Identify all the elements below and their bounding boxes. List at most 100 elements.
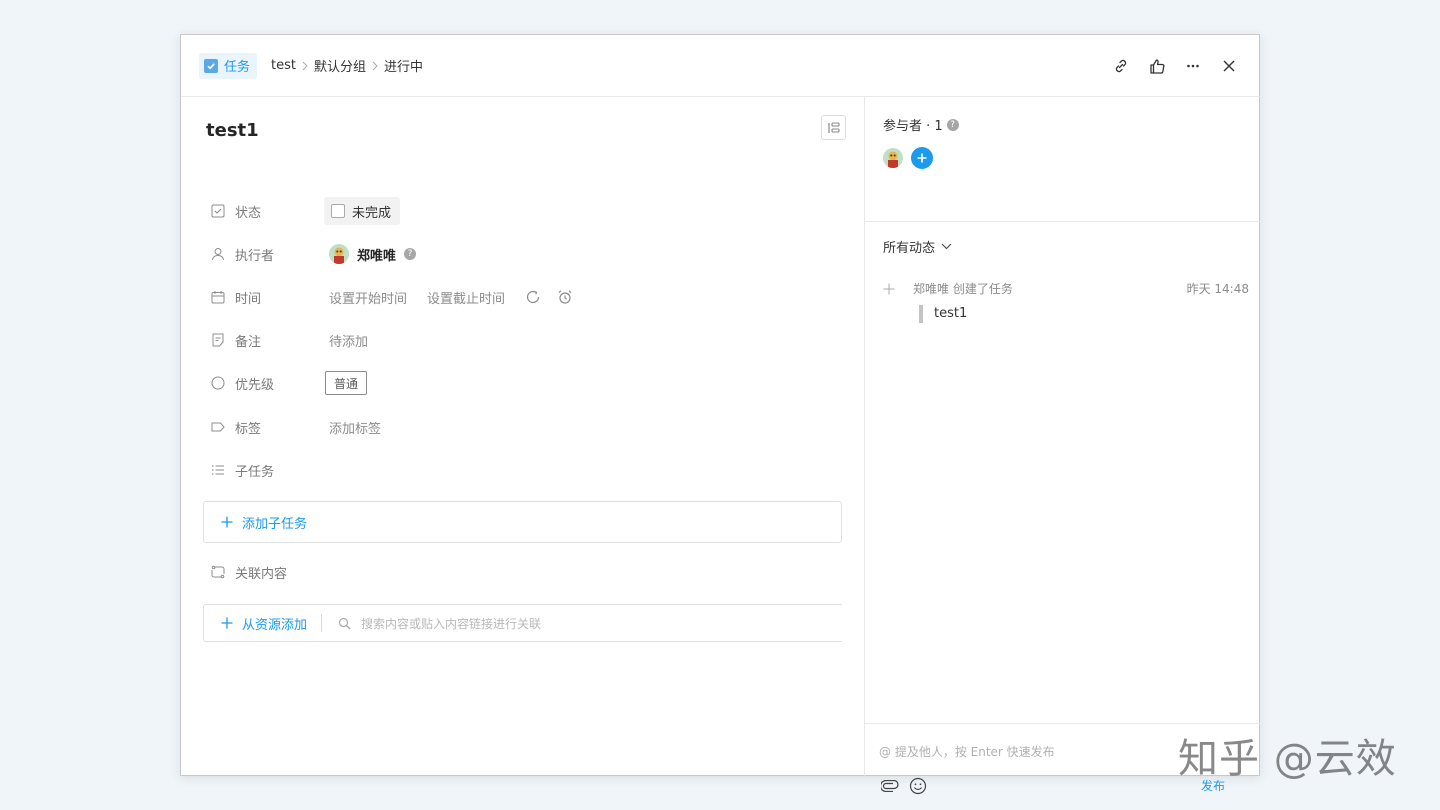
participants-header: 参与者 · 1 ? <box>883 115 959 134</box>
activity-quote: test1 <box>919 305 1233 323</box>
more-icon <box>1187 64 1199 68</box>
list-icon <box>211 463 225 477</box>
tags-label: 标签 <box>235 421 262 437</box>
task-main-panel: test1 状态 未完成 执行者 郑唯唯 ? 时间 设置开始时间 设置截止时间 … <box>181 97 864 777</box>
related-label: 关联内容 <box>235 566 288 582</box>
attachment-icon[interactable] <box>881 780 899 792</box>
layout-toggle-button[interactable] <box>821 115 846 140</box>
repeat-icon[interactable] <box>525 289 541 305</box>
close-button[interactable] <box>1211 48 1247 84</box>
subtasks-label: 子任务 <box>235 464 275 480</box>
breadcrumb-stage[interactable]: 进行中 <box>384 56 423 75</box>
unchecked-box-icon <box>331 204 345 218</box>
field-related: 关联内容 <box>211 559 315 585</box>
participants-label: 参与者 · 1 <box>883 119 943 134</box>
status-label: 状态 <box>235 205 262 221</box>
add-subtask-button[interactable]: 添加子任务 <box>203 501 842 543</box>
status-text: 未完成 <box>352 205 392 221</box>
checkbox-checked-icon <box>204 58 218 73</box>
field-assignee: 执行者 郑唯唯 ? <box>211 241 417 267</box>
assignee-label: 执行者 <box>235 248 275 264</box>
set-start-time[interactable]: 设置开始时间 <box>329 288 407 307</box>
add-from-resource-button[interactable]: 从资源添加 <box>220 614 307 633</box>
field-note: 备注 待添加 <box>211 327 368 353</box>
close-icon <box>1223 60 1235 72</box>
help-icon[interactable]: ? <box>404 248 417 260</box>
task-type-label: 任务 <box>224 60 251 75</box>
add-tag-link[interactable]: 添加标签 <box>329 418 381 437</box>
chevron-right-icon <box>301 61 309 71</box>
layout-list-icon <box>827 121 840 133</box>
task-detail-dialog: 任务 test 默认分组 进行中 test1 状态 未完成 执行者 郑唯唯 ? … <box>180 34 1262 795</box>
more-button[interactable] <box>1175 48 1211 84</box>
note-value[interactable]: 待添加 <box>329 331 368 350</box>
comment-input[interactable]: @ 提及他人，按 Enter 快速发布 <box>879 743 1055 760</box>
divider <box>865 723 1262 724</box>
calendar-icon <box>211 290 225 304</box>
plus-icon <box>220 515 234 529</box>
chevron-down-icon <box>941 243 952 250</box>
field-status: 状态 未完成 <box>211 197 401 225</box>
task-title[interactable]: test1 <box>206 120 259 141</box>
field-tags: 标签 添加标签 <box>211 414 381 440</box>
priority-circle-icon <box>211 376 225 390</box>
emoji-icon[interactable] <box>909 777 927 795</box>
note-label: 备注 <box>235 334 262 350</box>
header-actions <box>1103 35 1247 97</box>
comment-toolbar <box>881 777 927 795</box>
copy-link-button[interactable] <box>1103 48 1139 84</box>
related-search-input[interactable]: 搜索内容或贴入内容链接进行关联 <box>338 615 541 632</box>
link-icon <box>1115 59 1127 73</box>
avatar <box>329 244 349 264</box>
priority-value: 普通 <box>325 371 368 395</box>
assignee-name: 郑唯唯 <box>357 248 397 264</box>
field-subtasks: 子任务 <box>211 457 315 483</box>
user-icon <box>211 247 225 261</box>
activity-text: 郑唯唯 创建了任务 <box>913 282 1013 296</box>
activity-item: 郑唯唯 创建了任务 昨天 14:48 test1 <box>883 280 1249 323</box>
note-icon <box>211 333 225 347</box>
status-value: 未完成 <box>324 197 401 225</box>
priority-select[interactable]: 普通 <box>325 371 368 395</box>
related-link-icon <box>211 565 225 579</box>
set-due-time[interactable]: 设置截止时间 <box>427 288 505 307</box>
activity-filter-label: 所有动态 <box>883 241 936 256</box>
chevron-right-icon <box>371 61 379 71</box>
help-icon[interactable]: ? <box>946 118 959 131</box>
participants-list <box>883 147 933 169</box>
avatar[interactable] <box>883 148 903 168</box>
task-type-badge[interactable]: 任务 <box>199 52 258 79</box>
breadcrumb: test 默认分组 进行中 <box>271 56 423 75</box>
plus-icon <box>220 616 234 630</box>
thumbs-up-icon <box>1149 58 1164 74</box>
activity-time: 昨天 14:48 <box>1186 282 1249 296</box>
add-participant-button[interactable] <box>911 147 933 169</box>
divider <box>865 221 1262 222</box>
field-time: 时间 设置开始时间 设置截止时间 <box>211 284 572 310</box>
search-icon <box>338 617 351 630</box>
add-from-resource-label: 从资源添加 <box>242 617 308 633</box>
field-priority: 优先级 普通 <box>211 370 368 396</box>
assignee-value[interactable]: 郑唯唯 ? <box>329 244 417 264</box>
like-button[interactable] <box>1139 48 1175 84</box>
breadcrumb-project[interactable]: test <box>271 58 296 73</box>
priority-label: 优先级 <box>235 377 275 393</box>
related-search-placeholder: 搜索内容或贴入内容链接进行关联 <box>361 616 542 631</box>
status-toggle[interactable]: 未完成 <box>324 197 401 225</box>
dialog-header: 任务 test 默认分组 进行中 <box>181 35 1261 97</box>
divider <box>321 614 323 632</box>
activity-filter-dropdown[interactable]: 所有动态 <box>883 237 952 256</box>
watermark: 知乎 @云效 <box>1178 736 1397 782</box>
status-checkbox-icon <box>211 204 225 218</box>
activity-sidebar: 参与者 · 1 ? 所有动态 郑唯唯 创建了任务 昨天 14:48 test1 <box>864 97 1262 795</box>
breadcrumb-group[interactable]: 默认分组 <box>314 56 366 75</box>
time-label: 时间 <box>235 291 262 307</box>
alarm-clock-icon[interactable] <box>557 289 573 305</box>
time-value: 设置开始时间 设置截止时间 <box>329 288 573 307</box>
related-content-bar: 从资源添加 搜索内容或贴入内容链接进行关联 <box>203 604 842 642</box>
activity-row: 郑唯唯 创建了任务 <box>883 280 1233 297</box>
plus-icon <box>917 153 927 163</box>
tag-icon <box>211 420 225 434</box>
add-subtask-label: 添加子任务 <box>242 516 308 532</box>
created-plus-icon <box>883 283 895 295</box>
